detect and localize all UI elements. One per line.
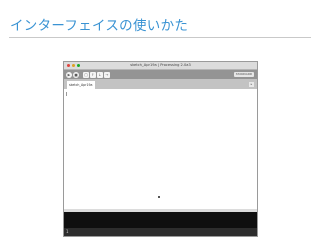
mode-selector[interactable]: STANDARD [234, 72, 254, 77]
run-button[interactable]: ▶ [66, 71, 72, 78]
window-titlebar: sketch_Apr19a | Processing 2.0a3 [64, 62, 257, 70]
tab-sketch[interactable]: sketch_Apr19a [67, 81, 95, 89]
slide-title: インターフェイスの使いかた [10, 18, 189, 34]
toolbar: ▶ ■ □ ↑ ↓ → STANDARD [64, 70, 257, 79]
window-title: sketch_Apr19a | Processing 2.0a3 [130, 63, 191, 67]
save-button[interactable]: ↓ [97, 71, 103, 78]
line-number: 1 [66, 229, 69, 234]
processing-window: sketch_Apr19a | Processing 2.0a3 ▶ ■ □ ↑… [63, 61, 258, 237]
stop-button[interactable]: ■ [73, 71, 79, 78]
export-button[interactable]: → [104, 71, 110, 78]
open-button[interactable]: ↑ [90, 71, 96, 78]
code-editor[interactable] [64, 89, 257, 209]
title-divider [9, 37, 311, 38]
tab-menu-arrow-icon[interactable]: ▸ [249, 81, 254, 87]
splitter-handle-icon[interactable] [158, 196, 160, 198]
text-cursor [66, 92, 67, 96]
console-area [64, 212, 257, 228]
status-bar: 1 [64, 228, 257, 236]
tab-bar: sketch_Apr19a ▸ [64, 79, 257, 89]
new-button[interactable]: □ [83, 71, 89, 78]
